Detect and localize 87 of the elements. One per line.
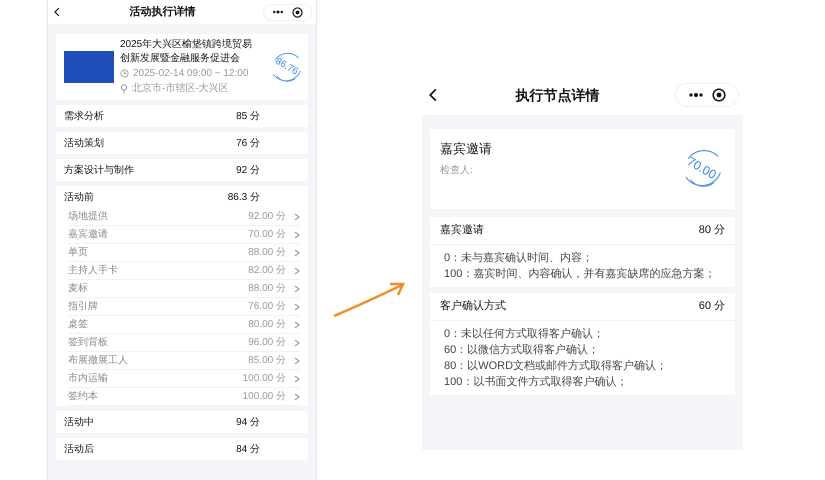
section-score: 92 分 [236, 164, 260, 178]
rule-text: 100：嘉宾时间、内容确认，并有嘉宾缺席的应急方案； [444, 266, 716, 282]
section-name: 活动前 [64, 190, 94, 204]
node-row[interactable]: 场地提供 92.00 分 [68, 208, 300, 226]
page-title: 执行节点详情 [514, 86, 600, 105]
location-pin-icon [120, 84, 128, 94]
node-row[interactable]: 布展撤展工人 85.00 分 [68, 352, 300, 370]
chevron-right-icon [294, 230, 300, 238]
node-score: 100.00 分 [242, 372, 286, 386]
node-row[interactable]: 签约本 100.00 分 [68, 388, 300, 406]
inspector-label: 检查人: [440, 164, 474, 178]
node-name: 桌签 [68, 318, 88, 332]
node-row[interactable]: 主持人手卡 82.00 分 [68, 262, 300, 280]
node-name: 市内运输 [68, 372, 108, 386]
node-score: 100.00 分 [242, 390, 286, 404]
chevron-right-icon [294, 338, 300, 346]
node-name: 指引牌 [68, 300, 98, 314]
criterion-score: 80 分 [698, 223, 725, 238]
section-row[interactable]: 活动后 84 分 [56, 438, 308, 460]
section-score: 86.3 分 [228, 190, 260, 204]
event-time: 2025-02-14 09:00 ~ 12:00 [133, 67, 248, 81]
section-name: 活动后 [64, 442, 94, 456]
more-icon[interactable] [272, 9, 284, 15]
section-score: 85 分 [236, 110, 260, 124]
node-score: 96.00 分 [248, 336, 286, 350]
chevron-right-icon [294, 248, 300, 256]
chevron-right-icon [294, 284, 300, 292]
node-row[interactable]: 嘉宾邀请 70.00 分 [68, 226, 300, 244]
node-name: 布展撤展工人 [68, 354, 128, 368]
chevron-right-icon [294, 302, 300, 310]
node-name: 签到背板 [68, 336, 108, 350]
more-icon[interactable] [688, 92, 704, 98]
section-name: 方案设计与制作 [64, 164, 134, 178]
chevron-right-icon [294, 356, 300, 364]
criterion-name: 客户确认方式 [440, 298, 506, 314]
photo-placeholder [64, 51, 114, 83]
chevron-right-icon [294, 374, 300, 382]
node-score: 85.00 分 [248, 354, 286, 368]
event-location: 北京市-市辖区-大兴区 [132, 82, 229, 96]
node-name: 麦标 [68, 282, 88, 296]
rule-text: 80：以WORD文档或邮件方式取得客户确认； [444, 358, 668, 374]
chevron-right-icon [294, 266, 300, 274]
section-row[interactable]: 活动前 86.3 分 [56, 186, 308, 208]
node-name: 主持人手卡 [68, 264, 118, 278]
section-name: 活动策划 [64, 136, 104, 150]
criterion-score: 60 分 [698, 299, 725, 314]
node-row[interactable]: 麦标 88.00 分 [68, 280, 300, 298]
node-row[interactable]: 指引牌 76.00 分 [68, 298, 300, 316]
clock-icon [120, 69, 129, 78]
node-score: 70.00 分 [248, 228, 286, 242]
score-stamp: 86.76 [268, 49, 304, 85]
node-row[interactable]: 签到背板 96.00 分 [68, 334, 300, 352]
node-score: 80.00 分 [248, 318, 286, 332]
section-score: 94 分 [236, 416, 260, 430]
section-score: 76 分 [236, 136, 260, 150]
section-row[interactable]: 需求分析 85 分 [56, 105, 308, 127]
node-title: 嘉宾邀请 [440, 140, 492, 158]
section-name: 活动中 [64, 416, 94, 430]
rule-text: 0：未与嘉宾确认时间、内容； [444, 250, 594, 266]
node-score: 76.00 分 [248, 300, 286, 314]
rule-text: 0：未以任何方式取得客户确认； [444, 326, 606, 342]
section-row[interactable]: 活动策划 76 分 [56, 132, 308, 154]
node-score: 88.00 分 [248, 246, 286, 260]
node-name: 场地提供 [68, 210, 108, 224]
node-name: 签约本 [68, 390, 98, 404]
node-row[interactable]: 单页 88.00 分 [68, 244, 300, 262]
back-button[interactable] [52, 7, 62, 17]
chevron-right-icon [294, 392, 300, 400]
node-name: 嘉宾邀请 [68, 228, 108, 242]
chevron-right-icon [294, 320, 300, 328]
section-row[interactable]: 活动中 94 分 [56, 411, 308, 433]
node-score: 88.00 分 [248, 282, 286, 296]
node-name: 单页 [68, 246, 88, 260]
chevron-right-icon [294, 212, 300, 220]
back-icon [52, 7, 62, 17]
section-score: 84 分 [236, 442, 260, 456]
rule-text: 100：以书面文件方式取得客户确认； [444, 374, 628, 390]
page-title: 活动执行详情 [128, 4, 196, 20]
node-row[interactable]: 桌签 80.00 分 [68, 316, 300, 334]
node-score: 92.00 分 [248, 210, 286, 224]
node-row[interactable]: 市内运输 100.00 分 [68, 370, 300, 388]
section-name: 需求分析 [64, 110, 104, 124]
node-score: 82.00 分 [248, 264, 286, 278]
section-row[interactable]: 方案设计与制作 92 分 [56, 159, 308, 181]
rule-text: 60：以微信方式取得客户确认； [444, 342, 600, 358]
criterion-name: 嘉宾邀请 [440, 222, 484, 238]
event-title: 2025年大兴区榆垡镇跨境贸易创新发展暨金融服务促进会 [120, 38, 254, 66]
